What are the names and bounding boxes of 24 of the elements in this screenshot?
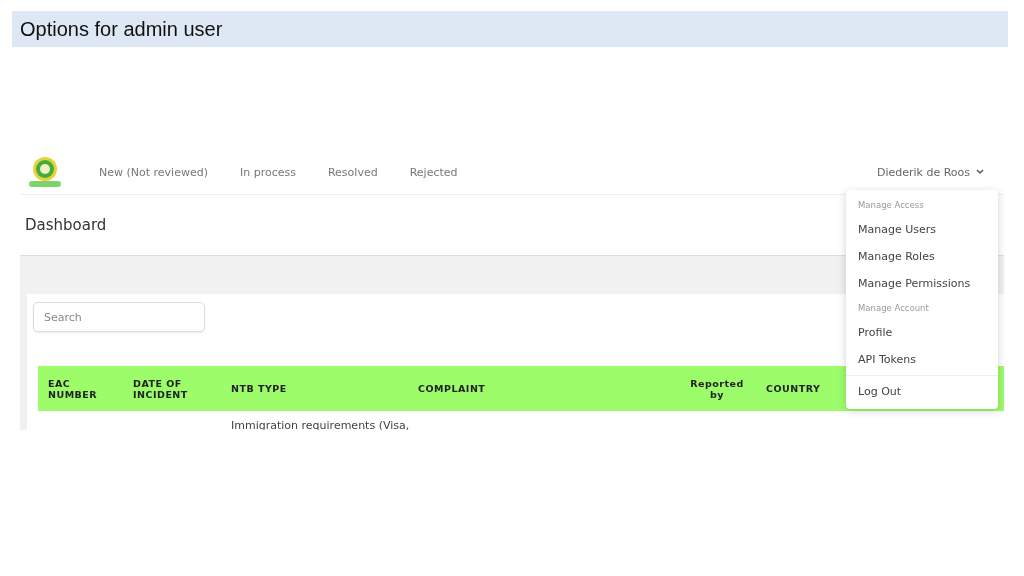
slide-title: Options for admin user <box>20 17 223 41</box>
chevron-down-icon <box>976 169 984 175</box>
menu-item[interactable]: Log Out <box>846 378 998 405</box>
menu-section-label: Manage Account <box>857 302 930 315</box>
search-field[interactable]: Search <box>33 302 205 332</box>
column-header: NTB TYPE <box>230 383 288 394</box>
menu-item[interactable]: Profile <box>846 319 998 346</box>
nav-link[interactable]: In process <box>239 165 296 179</box>
nav-link[interactable]: New (Not reviewed) <box>99 165 208 179</box>
page-title: Dashboard <box>25 216 107 234</box>
column-header: EAC NUMBER <box>47 377 99 400</box>
menu-item[interactable]: API Tokens <box>846 346 998 373</box>
menu-item[interactable]: Manage Users <box>846 216 998 243</box>
menu-item[interactable]: Manage Permissions <box>846 270 998 297</box>
user-menu[interactable]: Diederik de Roos <box>876 165 984 179</box>
column-header: COUNTRY <box>765 383 822 394</box>
menu-section-label: Manage Access <box>857 199 925 212</box>
menu-item[interactable]: Manage Roles <box>846 243 998 270</box>
emblem-logo <box>27 155 63 189</box>
column-header: Reported by <box>689 377 745 400</box>
nav-link[interactable]: Rejected <box>409 165 458 179</box>
column-header: COMPLAINT <box>417 383 487 394</box>
column-header: DATE OF INCIDENT <box>132 377 189 400</box>
nav-link[interactable]: Resolved <box>327 165 378 179</box>
